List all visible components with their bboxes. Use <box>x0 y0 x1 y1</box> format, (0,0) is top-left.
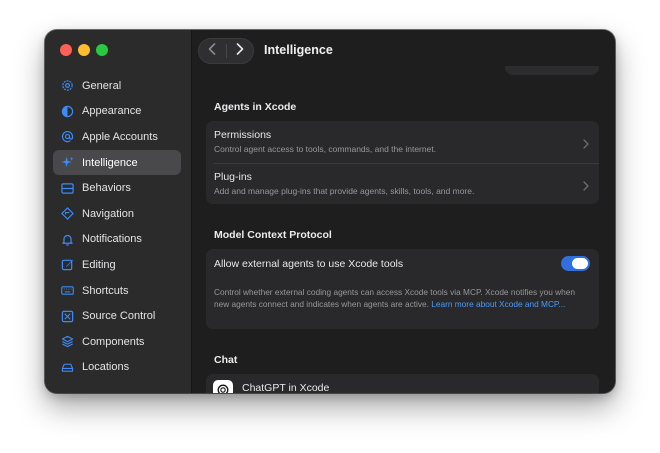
sidebar-item-label: Intelligence <box>82 156 138 169</box>
chat-provider-label[interactable]: ChatGPT in Xcode <box>242 382 329 393</box>
drive-icon <box>61 361 74 374</box>
agents-card: Permissions Control agent access to tool… <box>206 121 599 204</box>
allow-external-agents-toggle[interactable] <box>561 256 590 271</box>
chat-section-heading: Chat <box>214 354 238 366</box>
sidebar-item-label: Editing <box>82 258 116 271</box>
minimize-window-button[interactable] <box>78 44 90 56</box>
navigation-icon <box>61 207 74 221</box>
sidebar-item-general[interactable]: General <box>53 73 181 99</box>
sidebar-item-locations[interactable]: Locations <box>53 355 181 381</box>
chevron-right-icon <box>236 42 244 60</box>
agents-section-heading: Agents in Xcode <box>214 101 297 113</box>
chevron-left-icon <box>208 42 216 60</box>
settings-content: Intelligence Agents in Xcode Permissions… <box>192 30 615 393</box>
mcp-section-heading: Model Context Protocol <box>214 229 332 241</box>
sidebar-item-appearance[interactable]: Appearance <box>53 99 181 125</box>
sidebar-item-shortcuts[interactable]: Shortcuts <box>53 278 181 304</box>
sidebar: General Appearance Apple Accounts Intell… <box>45 30 192 393</box>
sidebar-item-label: Behaviors <box>82 182 131 195</box>
sidebar-item-label: General <box>82 79 122 92</box>
sidebar-item-source-control[interactable]: Source Control <box>53 303 181 329</box>
permissions-subtitle: Control agent access to tools, commands,… <box>214 144 437 154</box>
behaviors-icon <box>61 182 74 195</box>
plugins-title: Plug-ins <box>214 171 252 183</box>
sidebar-item-label: Locations <box>82 361 130 374</box>
chevron-right-icon <box>583 178 589 196</box>
sidebar-item-label: Appearance <box>82 105 142 118</box>
gear-icon <box>61 79 74 92</box>
permissions-title: Permissions <box>214 129 272 141</box>
sidebar-item-apple-accounts[interactable]: Apple Accounts <box>53 124 181 150</box>
settings-window: General Appearance Apple Accounts Intell… <box>45 30 615 393</box>
plugins-row[interactable]: Plug-ins Add and manage plug-ins that pr… <box>206 163 599 204</box>
permissions-row[interactable]: Permissions Control agent access to tool… <box>206 121 599 163</box>
sidebar-item-label: Notifications <box>82 233 142 246</box>
sidebar-item-label: Components <box>82 335 145 348</box>
sidebar-item-navigation[interactable]: Navigation <box>53 201 181 227</box>
close-window-button[interactable] <box>60 44 72 56</box>
learn-more-link[interactable]: Learn more about Xcode and MCP... <box>431 299 565 309</box>
sidebar-item-label: Apple Accounts <box>82 130 158 143</box>
sidebar-item-behaviors[interactable]: Behaviors <box>53 175 181 201</box>
sidebar-item-label: Navigation <box>82 207 134 220</box>
keyboard-icon <box>61 284 74 297</box>
mcp-toggle-label: Allow external agents to use Xcode tools <box>214 258 404 270</box>
chat-card: ChatGPT in Xcode <box>206 374 599 393</box>
chatgpt-logo-icon <box>213 380 233 393</box>
components-icon <box>61 335 74 348</box>
scrolled-card-edge <box>505 66 599 75</box>
plugins-subtitle: Add and manage plug-ins that provide age… <box>214 186 475 196</box>
chevron-right-icon <box>583 136 589 154</box>
toggle-knob <box>572 258 588 269</box>
sidebar-nav: General Appearance Apple Accounts Intell… <box>53 73 181 380</box>
at-sign-icon <box>61 130 74 143</box>
edit-icon <box>61 258 74 271</box>
sidebar-item-label: Source Control <box>82 310 156 323</box>
sidebar-item-notifications[interactable]: Notifications <box>53 227 181 253</box>
sidebar-item-components[interactable]: Components <box>53 329 181 355</box>
sidebar-item-editing[interactable]: Editing <box>53 252 181 278</box>
source-control-icon <box>61 310 74 323</box>
sparkle-icon <box>61 156 74 169</box>
bell-icon <box>61 233 74 246</box>
zoom-window-button[interactable] <box>96 44 108 56</box>
appearance-icon <box>61 105 74 118</box>
sidebar-item-label: Shortcuts <box>82 284 129 297</box>
mcp-description: Control whether external coding agents c… <box>214 286 589 310</box>
mcp-card: Allow external agents to use Xcode tools… <box>206 249 599 329</box>
history-navigation <box>198 38 254 64</box>
back-button[interactable] <box>199 39 226 63</box>
page-title: Intelligence <box>264 43 333 57</box>
forward-button[interactable] <box>227 39 254 63</box>
sidebar-item-intelligence[interactable]: Intelligence <box>53 149 181 176</box>
